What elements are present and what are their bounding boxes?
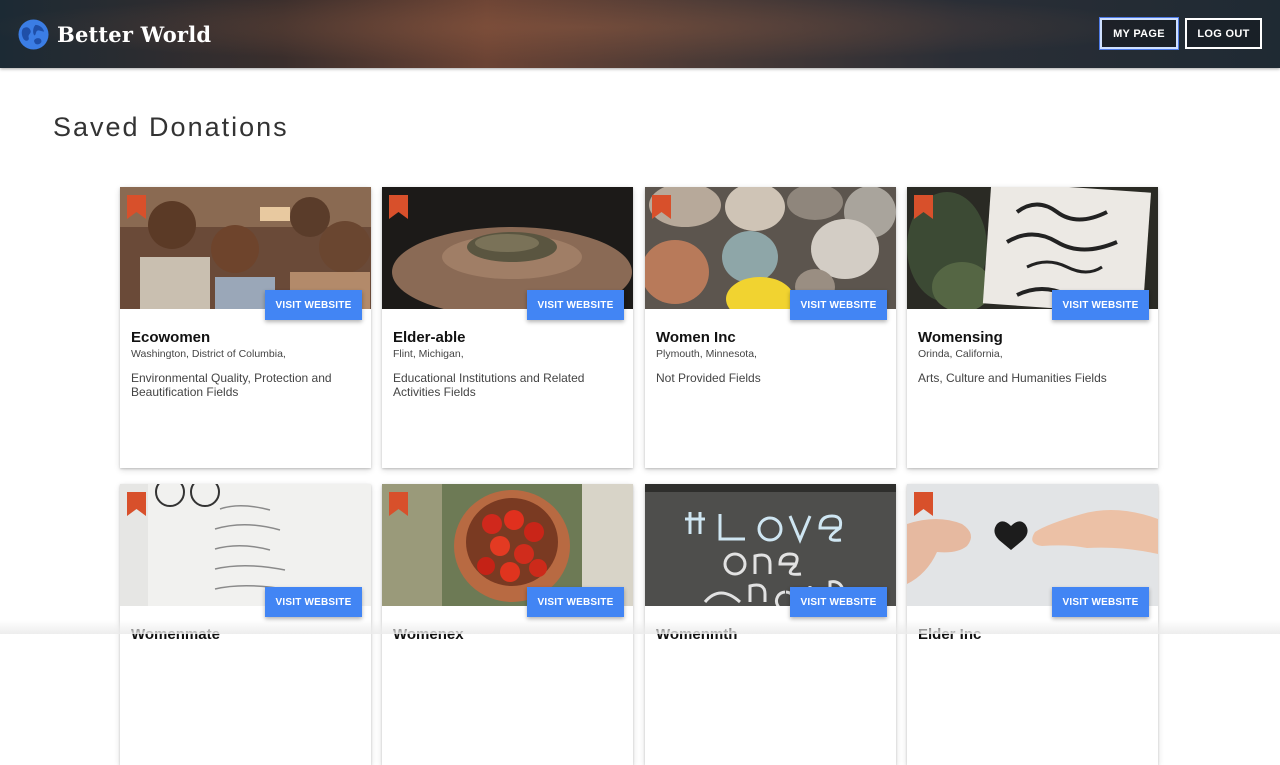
my-page-button[interactable]: MY PAGE [1100, 18, 1178, 49]
log-out-button[interactable]: LOG OUT [1185, 18, 1262, 49]
donation-card: VISIT WEBSITE Ecowomen Washington, Distr… [120, 187, 371, 468]
card-location: Washington, District of Columbia, [131, 348, 286, 360]
bookmark-icon[interactable] [389, 492, 408, 516]
brand-name: Better World [57, 21, 212, 47]
bottom-shadow [0, 620, 1280, 634]
bookmark-icon[interactable] [652, 195, 671, 219]
card-title: Elder-able [393, 329, 466, 346]
top-nav-bar: Better World MY PAGE LOG OUT [0, 0, 1280, 68]
visit-website-button[interactable]: VISIT WEBSITE [527, 290, 624, 320]
visit-website-button[interactable]: VISIT WEBSITE [790, 587, 887, 617]
visit-website-button[interactable]: VISIT WEBSITE [527, 587, 624, 617]
bookmark-icon[interactable] [914, 195, 933, 219]
card-field: Arts, Culture and Humanities Fields [918, 371, 1107, 385]
visit-website-button[interactable]: VISIT WEBSITE [790, 290, 887, 320]
donation-card: VISIT WEBSITE Elder-able Flint, Michigan… [382, 187, 633, 468]
donation-card: VISIT WEBSITE Women Inc Plymouth, Minnes… [645, 187, 896, 468]
page-title: Saved Donations [53, 112, 289, 142]
bookmark-icon[interactable] [914, 492, 933, 516]
donation-card: VISIT WEBSITE Womensing Orinda, Californ… [907, 187, 1158, 468]
visit-website-button[interactable]: VISIT WEBSITE [1052, 587, 1149, 617]
card-field: Environmental Quality, Protection and Be… [131, 371, 332, 399]
bookmark-icon[interactable] [127, 492, 146, 516]
card-field: Educational Institutions and Related Act… [393, 371, 585, 399]
visit-website-button[interactable]: VISIT WEBSITE [265, 587, 362, 617]
visit-website-button[interactable]: VISIT WEBSITE [265, 290, 362, 320]
card-title: Womensing [918, 329, 1003, 346]
card-location: Plymouth, Minnesota, [656, 348, 757, 360]
bookmark-icon[interactable] [127, 195, 146, 219]
brand-logo[interactable]: Better World [18, 18, 211, 50]
card-field: Not Provided Fields [656, 371, 761, 385]
globe-icon [18, 18, 49, 50]
card-location: Flint, Michigan, [393, 348, 464, 360]
visit-website-button[interactable]: VISIT WEBSITE [1052, 290, 1149, 320]
bookmark-icon[interactable] [389, 195, 408, 219]
card-title: Ecowomen [131, 329, 211, 346]
card-location: Orinda, California, [918, 348, 1003, 360]
card-title: Women Inc [656, 329, 736, 346]
